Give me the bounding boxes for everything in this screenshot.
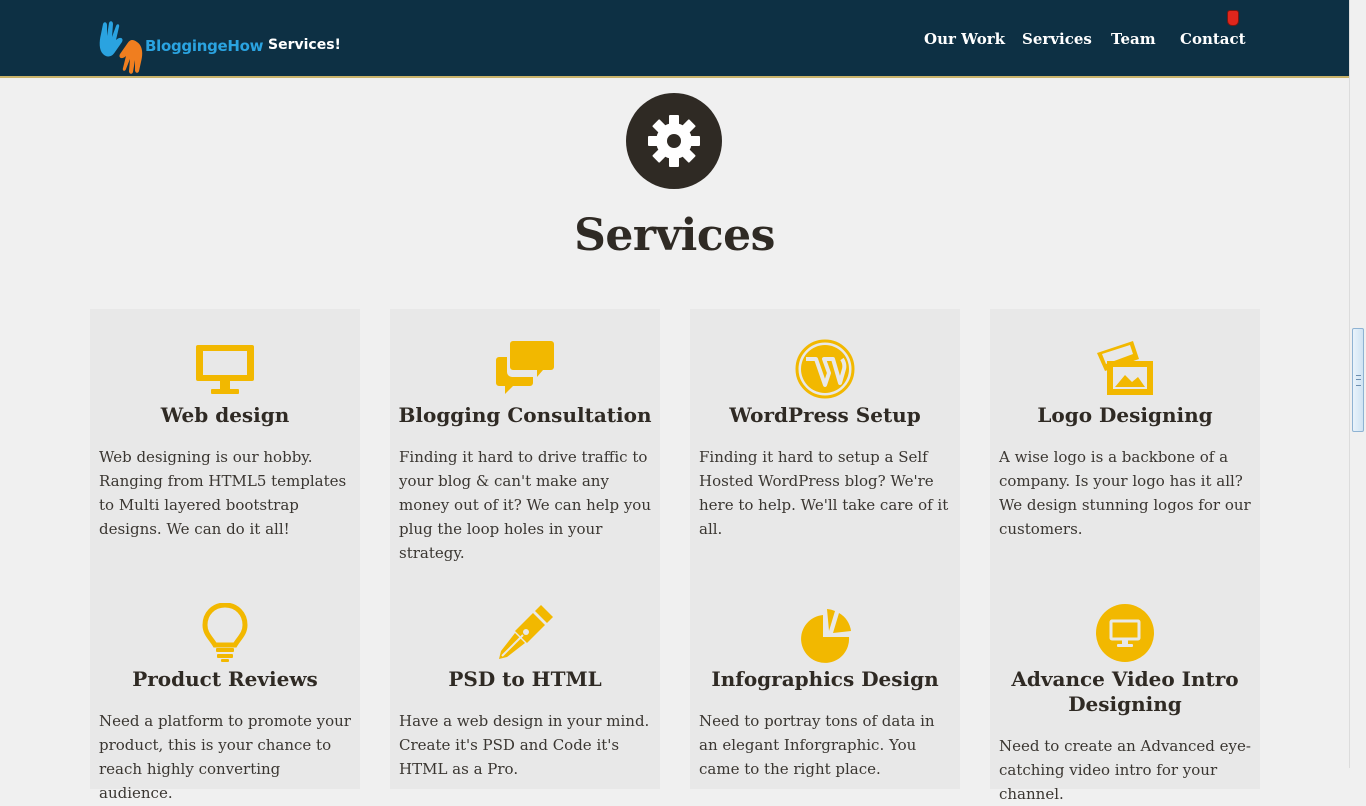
service-description: Finding it hard to setup a Self Hosted W…: [699, 448, 949, 538]
service-description: Have a web design in your mind. Create i…: [399, 712, 650, 778]
service-description: Web designing is our hobby. Ranging from…: [99, 448, 347, 538]
service-title: Product Reviews: [132, 667, 318, 691]
top-navbar: BloggingeHow Services! Our Work Services…: [0, 0, 1349, 78]
nav-contact[interactable]: Contact: [1180, 30, 1246, 48]
service-title: Logo Designing: [1037, 403, 1213, 427]
wordpress-icon: [795, 339, 855, 399]
service-title: Infographics Design: [711, 667, 939, 691]
service-description: Need to portray tons of data in an elega…: [699, 712, 935, 778]
page-scrollbar[interactable]: [1349, 0, 1366, 768]
monitor-circle-icon: [1095, 603, 1155, 663]
pie-chart-icon: [795, 603, 855, 663]
service-title: Web design: [160, 403, 290, 427]
brand-name[interactable]: BloggingeHow: [145, 37, 264, 55]
scrollbar-thumb[interactable]: [1352, 328, 1364, 432]
monitor-icon: [195, 339, 255, 399]
service-title: PSD to HTML: [448, 667, 602, 691]
service-description: A wise logo is a backbone of a company. …: [999, 448, 1251, 538]
service-description: Need to create an Advanced eye-catching …: [999, 737, 1251, 803]
nav-team[interactable]: Team: [1111, 30, 1156, 48]
nav-our-work[interactable]: Our Work: [924, 30, 1005, 48]
service-title: Advance Video Intro Designing: [1011, 667, 1239, 716]
page-label: Services!: [268, 37, 341, 53]
service-title: Blogging Consultation: [398, 403, 652, 427]
chat-bubbles-icon: [495, 339, 555, 399]
lightbulb-icon: [195, 603, 255, 663]
pen-nib-icon: [495, 603, 555, 663]
service-description: Need a platform to promote your product,…: [99, 712, 351, 802]
service-description: Finding it hard to drive traffic to your…: [399, 448, 651, 562]
scrollbar-grip-icon: [1356, 375, 1361, 386]
section-title: Services: [574, 210, 775, 261]
picture-icon: [1095, 339, 1155, 399]
brand-logo-hands-icon[interactable]: [97, 20, 145, 76]
notification-badge-icon: [1227, 10, 1239, 26]
nav-services[interactable]: Services: [1022, 30, 1092, 48]
gear-icon: [626, 93, 722, 189]
service-title: WordPress Setup: [729, 403, 921, 427]
